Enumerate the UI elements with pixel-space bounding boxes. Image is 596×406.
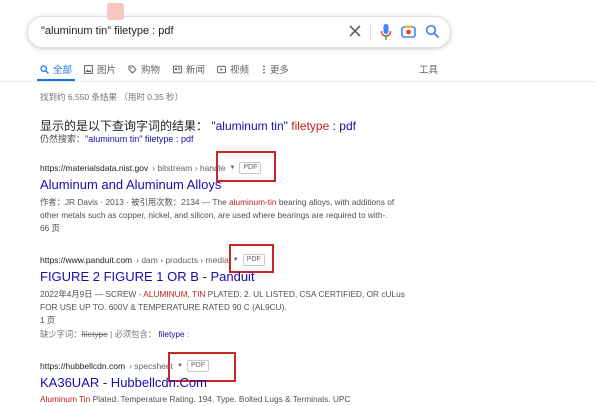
result-stats: 找到约 6,550 条结果 （用时 0.35 秒） [40,92,184,102]
must-include-label: | 必须包含： [110,329,157,339]
camera-lens-icon[interactable] [401,24,416,39]
result-title[interactable]: KA36UAR - Hubbellcdn.Com [40,375,207,390]
must-include-link[interactable]: filetype [158,329,184,339]
search-instead-prefix: 仍然搜索： [40,134,86,144]
tab-label: 全部 [53,65,73,76]
missing-words: 缺少字词：filetype | 必须包含： filetype : [40,329,190,339]
result-pages: 1 页 [40,315,56,325]
result-breadcrumb: › bitstream › handle [152,163,226,173]
video-icon [217,65,226,73]
microphone-icon[interactable] [379,23,393,41]
snippet-highlight: ALUMINUM, TIN [143,289,206,299]
tab-images[interactable]: 图片 [84,62,116,76]
snippet-text: Plated. Temperature Rating. 194. Type. B… [90,394,351,404]
search-icon [40,64,49,74]
tab-label: 图片 [97,65,117,76]
tab-videos[interactable]: 视频 [217,62,249,76]
result-title[interactable]: Aluminum and Aluminum Alloys [40,177,221,192]
tools-button[interactable]: 工具 [419,62,438,76]
annotation-box [216,151,276,182]
corrected-query-link[interactable]: "aluminum tin" filetype : pdf [211,119,356,133]
more-vert-icon [263,64,265,74]
tab-label: 新闻 [186,65,206,76]
image-icon [84,64,93,74]
tab-label: 购物 [141,65,161,76]
snippet-highlight: aluminum-tin [229,197,277,207]
tabs-divider [0,81,596,82]
result-snippet: 2022年4月9日 — SCREW - ALUMINUM, TIN PLATED… [40,288,415,314]
search-input[interactable]: "aluminum tin" filetype : pdf [41,25,174,37]
search-tabs: 全部 图片 购物 新闻 视频 更多 [40,62,440,82]
result-pages: 66 页 [40,223,60,233]
corrected-query-part: : pdf [332,119,356,133]
clear-icon[interactable] [348,24,362,38]
snippet-highlight: Aluminum Tin [40,394,91,404]
missing-label: 缺少字词： [40,329,82,339]
search-instead: 仍然搜索："aluminum tin" filetype : pdf [40,132,193,145]
tab-label: 视频 [230,65,250,76]
corrected-query-part: "aluminum tin" [211,119,288,133]
tab-all[interactable]: 全部 [40,62,72,76]
result-breadcrumb: › dam › products › media [136,255,229,265]
tab-news[interactable]: 新闻 [173,62,205,76]
snippet-meta: 作者：JR Davis · 2013 · 被引用次数：2134 — The [40,197,230,207]
overlay-app-icon [107,3,124,20]
result-domain: https://www.panduit.com [40,255,133,265]
search-box[interactable]: "aluminum tin" filetype : pdf [27,16,451,48]
search-divider [370,24,371,40]
tab-label: 更多 [270,65,290,76]
result-title[interactable]: FIGURE 2 FIGURE 1 OR B - Panduit [40,269,255,284]
result-domain: https://hubbellcdn.com [40,361,126,371]
shopping-icon [128,65,137,74]
result-domain: https://materialsdata.nist.gov [40,163,149,173]
tab-shopping[interactable]: 购物 [128,62,160,76]
corrected-query-keyword: filetype [291,119,330,133]
search-instead-link[interactable]: "aluminum tin" filetype : pdf [85,134,193,144]
showing-prefix: 显示的是以下查询字词的结果： [40,119,209,133]
search-icon[interactable] [425,24,440,39]
news-icon [173,65,182,73]
tab-more[interactable]: 更多 [262,62,289,76]
missing-word: filetype [81,329,108,339]
snippet-meta: 2022年4月9日 — SCREW - [40,289,144,299]
result-snippet: 作者：JR Davis · 2013 · 被引用次数：2134 — The al… [40,196,410,222]
result-breadcrumb: › specsheet [129,361,174,371]
